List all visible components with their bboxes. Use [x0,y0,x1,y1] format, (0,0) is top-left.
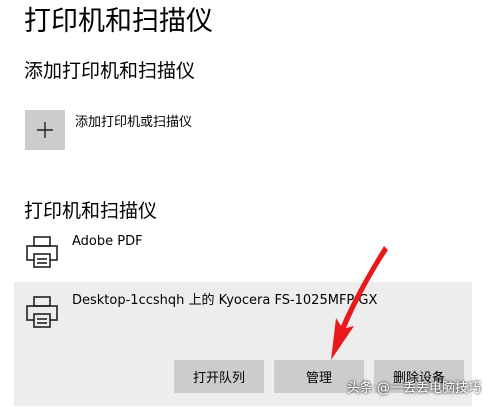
plus-icon [25,110,65,150]
printers-section-title: 打印机和扫描仪 [24,200,158,222]
printer-icon [26,236,58,268]
page-title: 打印机和扫描仪 [24,6,213,37]
watermark: 头条 @一丢丢电脑技巧 [346,381,481,396]
settings-page: 打印机和扫描仪 添加打印机和扫描仪 添加打印机或扫描仪 打印机和扫描仪 Adob… [0,0,491,407]
add-printer-button[interactable]: 添加打印机或扫描仪 [25,110,192,150]
printer-name: Desktop-1ccshqh 上的 Kyocera FS-1025MFP GX [72,293,378,308]
add-printer-label: 添加打印机或扫描仪 [75,115,193,130]
printer-name: Adobe PDF [72,234,143,249]
open-queue-button[interactable]: 打开队列 [174,360,264,393]
printer-icon [26,296,58,328]
printer-item-adobe-pdf[interactable]: Adobe PDF [14,228,472,278]
add-section-title: 添加打印机和扫描仪 [24,60,196,82]
